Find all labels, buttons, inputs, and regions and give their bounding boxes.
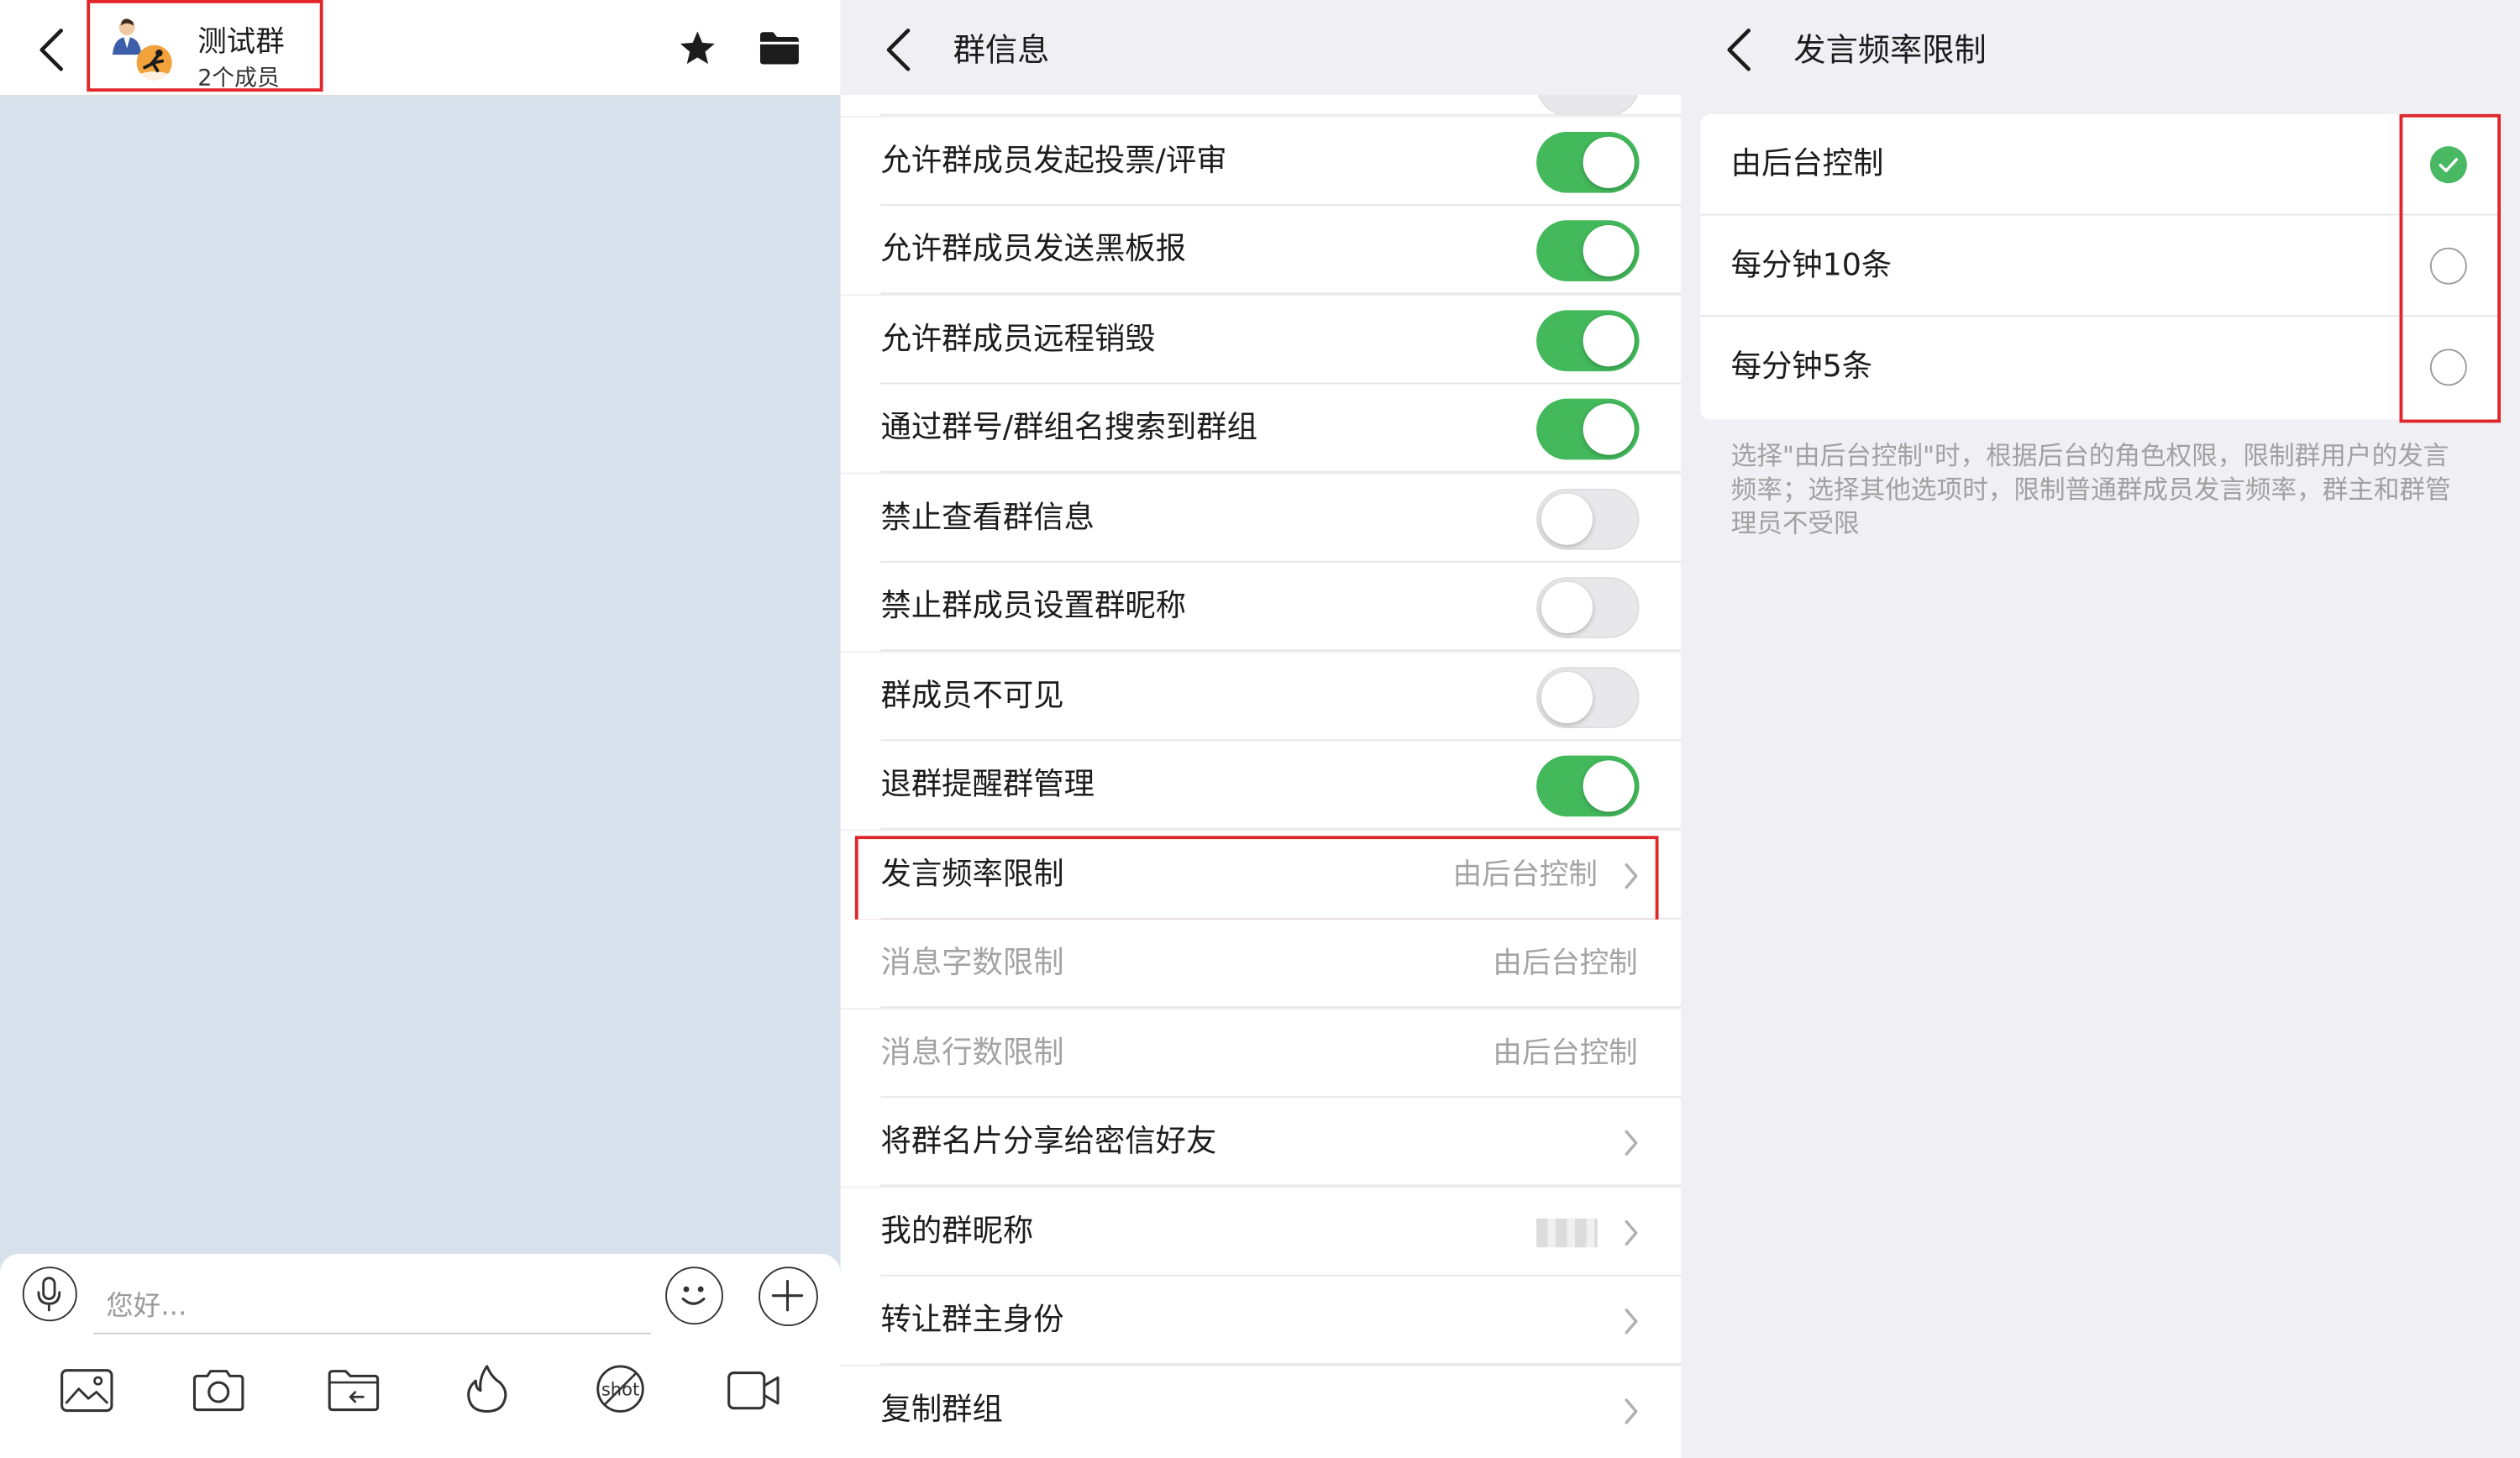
- setting-label: 消息字数限制: [880, 945, 1064, 981]
- blackboard-toggle[interactable]: [1536, 220, 1640, 281]
- option-backend-control[interactable]: 由后台控制: [1700, 114, 2502, 216]
- transfer-owner-row[interactable]: 转让群主身份: [840, 1276, 1682, 1365]
- speak-frequency-highlight: [854, 836, 1659, 923]
- vote-toggle[interactable]: [1536, 131, 1640, 193]
- input-underline: [92, 1332, 651, 1335]
- image-icon[interactable]: [60, 1368, 114, 1413]
- setting-label: 允许群成员发送黑板报: [880, 231, 1187, 267]
- remote-destroy-toggle[interactable]: [1536, 310, 1640, 372]
- setting-value: 由后台控制: [1493, 947, 1638, 981]
- voice-button[interactable]: [22, 1267, 77, 1322]
- setting-row-searchable: 通过群号/群组名搜索到群组: [840, 384, 1682, 473]
- setting-label: 通过群号/群组名搜索到群组: [880, 410, 1257, 446]
- setting-row-hide-info: 禁止查看群信息: [840, 474, 1682, 563]
- setting-label: 禁止查看群信息: [880, 500, 1095, 536]
- back-icon[interactable]: [882, 26, 914, 74]
- folder-icon[interactable]: [759, 30, 801, 66]
- frequency-note: 选择"由后台控制"时，根据后台的角色权限，限制群用户的发言频率；选择其他选项时，…: [1730, 440, 2451, 539]
- setting-row-vote: 允许群成员发起投票/评审: [840, 117, 1682, 206]
- setting-row-leave-notify: 退群提醒群管理: [840, 741, 1682, 830]
- setting-label: 退群提醒群管理: [880, 766, 1095, 803]
- chat-header: 测试群 2个成员: [0, 0, 841, 97]
- members-hidden-toggle[interactable]: [1536, 667, 1640, 729]
- copy-group-row[interactable]: 复制群组: [840, 1366, 1682, 1458]
- file-icon[interactable]: [326, 1368, 381, 1413]
- page-title: 发言频率限制: [1793, 30, 1987, 70]
- blurred-nickname: [1536, 1218, 1598, 1248]
- radio-column-highlight: [2399, 113, 2502, 423]
- searchable-toggle[interactable]: [1536, 398, 1640, 460]
- setting-label: 将群名片分享给密信好友: [880, 1123, 1217, 1159]
- message-input[interactable]: 您好...: [106, 1282, 186, 1323]
- setting-label: 我的群昵称: [880, 1214, 1034, 1250]
- star-icon[interactable]: [678, 29, 717, 67]
- share-card-row[interactable]: 将群名片分享给密信好友: [840, 1098, 1682, 1187]
- option-10-per-minute[interactable]: 每分钟10条: [1700, 215, 2502, 317]
- chevron-right-icon: [1623, 1219, 1639, 1247]
- frequency-limit-panel: 发言频率限制 由后台控制 每分钟10条 每分钟5条 选择"由后台控制"时，根据后…: [1681, 0, 2520, 1458]
- emoji-button[interactable]: [665, 1267, 723, 1325]
- group-title-highlight: [87, 0, 323, 92]
- back-icon[interactable]: [35, 26, 67, 74]
- scrolled-row-remnant: [840, 94, 1682, 116]
- setting-label: 转让群主身份: [880, 1302, 1064, 1338]
- option-label: 由后台控制: [1730, 146, 1884, 182]
- frequency-options-card: 由后台控制 每分钟10条 每分钟5条: [1700, 113, 2502, 420]
- setting-row-blackboard: 允许群成员发送黑板报: [840, 205, 1682, 295]
- setting-row-remote-destroy: 允许群成员远程销毁: [840, 296, 1682, 385]
- chat-panel: 测试群 2个成员 您好... shot: [0, 0, 841, 1458]
- setting-row-nickname-lock: 禁止群成员设置群昵称: [840, 562, 1682, 652]
- chevron-right-icon: [1623, 1397, 1639, 1425]
- setting-label: 允许群成员远程销毁: [880, 321, 1156, 357]
- option-5-per-minute[interactable]: 每分钟5条: [1700, 317, 2501, 419]
- page-title: 群信息: [953, 30, 1050, 70]
- setting-label: 群成员不可见: [880, 678, 1064, 714]
- my-nickname-row[interactable]: 我的群昵称: [840, 1188, 1682, 1277]
- setting-label: 消息行数限制: [880, 1035, 1064, 1071]
- add-button[interactable]: [759, 1267, 818, 1327]
- group-info-panel: 群信息 允许群成员发起投票/评审 允许群成员发送黑板报 允许群成员远程销毁 通过…: [840, 0, 1682, 1458]
- setting-label: 禁止群成员设置群昵称: [880, 588, 1187, 624]
- setting-label: 允许群成员发起投票/评审: [880, 143, 1227, 179]
- frequency-header: 发言频率限制: [1681, 0, 2520, 95]
- chevron-right-icon: [1623, 1307, 1639, 1335]
- message-chars-row: 消息字数限制 由后台控制: [840, 919, 1682, 1009]
- option-label: 每分钟10条: [1730, 247, 1893, 283]
- option-label: 每分钟5条: [1730, 349, 1873, 385]
- setting-row-members-hidden: 群成员不可见: [840, 653, 1682, 742]
- setting-value: 由后台控制: [1493, 1036, 1638, 1071]
- camera-icon[interactable]: [192, 1368, 246, 1413]
- message-lines-row: 消息行数限制 由后台控制: [840, 1009, 1682, 1099]
- no-screenshot-icon[interactable]: shot: [595, 1363, 646, 1414]
- burn-after-reading-icon[interactable]: [461, 1363, 512, 1414]
- leave-notify-toggle[interactable]: [1536, 755, 1640, 817]
- setting-label: 复制群组: [880, 1392, 1003, 1428]
- svg-text:shot: shot: [601, 1378, 639, 1399]
- back-icon[interactable]: [1723, 26, 1755, 74]
- nickname-lock-toggle[interactable]: [1536, 577, 1640, 638]
- hide-info-toggle[interactable]: [1536, 488, 1640, 550]
- video-icon[interactable]: [727, 1368, 781, 1413]
- group-info-header: 群信息: [840, 0, 1682, 95]
- chevron-right-icon: [1623, 1129, 1639, 1157]
